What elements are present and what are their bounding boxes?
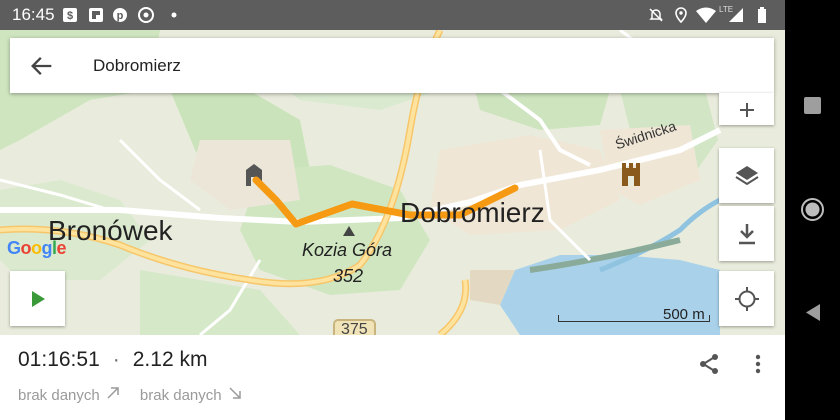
chrome-icon	[138, 7, 154, 23]
download-button[interactable]	[719, 206, 774, 261]
play-icon	[31, 290, 45, 307]
triangle-back-icon[interactable]	[804, 303, 821, 322]
descent-value: brak danych	[139, 387, 222, 404]
arrow-left-icon[interactable]	[28, 52, 56, 80]
stash-s-icon: $	[63, 8, 77, 22]
layers-icon	[734, 165, 759, 185]
battery-icon	[758, 7, 766, 23]
arrow-down-right-icon	[229, 387, 241, 399]
google-logo-letter: o	[20, 238, 32, 258]
track-distance: 2.12 km	[132, 348, 208, 371]
map-label-elevation: 352	[333, 266, 364, 286]
dnd-off-icon	[649, 8, 663, 22]
google-logo: Google	[7, 238, 67, 259]
clock: 16:45	[12, 5, 55, 24]
plus-icon	[739, 103, 754, 117]
dot-icon	[171, 12, 177, 18]
more-vert-icon[interactable]	[748, 352, 768, 376]
page-title: Dobromierz	[93, 56, 181, 75]
status-bar: 16:45 $ p LTE	[0, 0, 785, 30]
title-bar: Dobromierz	[10, 38, 774, 93]
stats-separator: ·	[112, 348, 120, 371]
signal-icon	[729, 8, 743, 22]
track-stats: 01:16:51 · 2.12 km	[18, 348, 207, 372]
google-logo-letter: o	[31, 238, 42, 258]
ascent-value: brak danych	[18, 387, 100, 404]
elevation-info: brak danych brak danych	[18, 386, 242, 404]
map-label-dobromierz: Dobromierz	[400, 197, 545, 228]
road-number-shield: 375	[333, 319, 376, 335]
pinterest-icon: p	[113, 8, 127, 22]
scale-bar	[558, 315, 710, 322]
flipboard-icon	[89, 8, 103, 22]
my-location-icon	[734, 286, 759, 311]
my-location-button[interactable]	[719, 271, 774, 326]
google-logo-letter: g	[41, 238, 53, 258]
square-icon[interactable]	[804, 97, 821, 114]
arrow-up-right-icon	[107, 387, 119, 399]
layers-button[interactable]	[719, 148, 774, 203]
circle-icon[interactable]	[800, 197, 825, 222]
svg-text:$: $	[67, 10, 73, 22]
google-logo-letter: G	[7, 238, 21, 258]
download-icon	[738, 223, 755, 244]
zoom-in-button[interactable]	[719, 93, 774, 125]
location-icon	[675, 7, 687, 23]
wifi-icon	[696, 7, 716, 23]
share-icon[interactable]	[697, 352, 721, 376]
track-duration: 01:16:51	[18, 348, 100, 371]
navigation-bar	[785, 0, 840, 420]
app-window: 16:45 $ p LTE Bronówek Dobromierz Kozia …	[0, 0, 785, 420]
play-button[interactable]	[10, 271, 65, 326]
svg-text:p: p	[117, 10, 124, 22]
map-label-bronowek: Bronówek	[48, 215, 173, 246]
google-logo-letter: e	[56, 238, 67, 258]
map-label-kozia-gora: Kozia Góra	[302, 240, 393, 260]
